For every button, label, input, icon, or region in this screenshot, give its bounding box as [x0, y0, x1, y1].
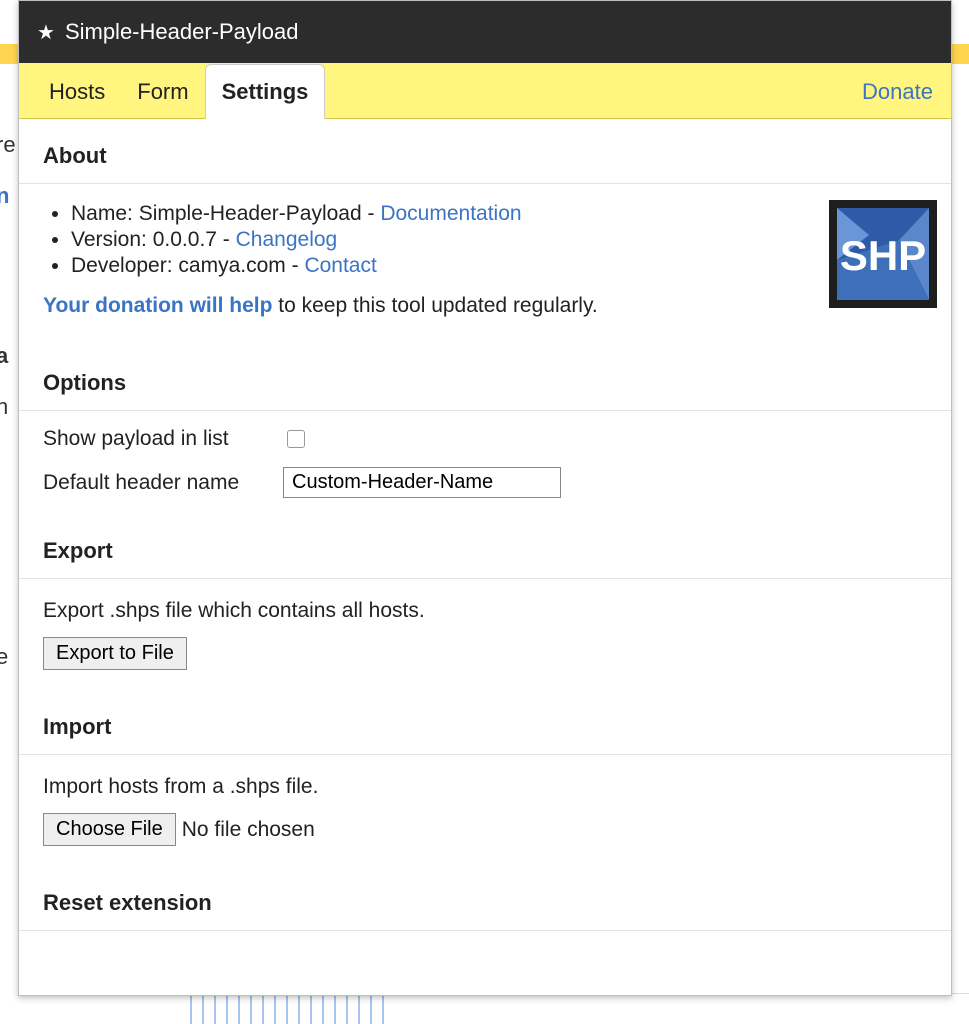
donate-link[interactable]: Donate: [858, 65, 937, 118]
tab-form[interactable]: Form: [121, 65, 204, 118]
about-version-label: Version:: [71, 228, 147, 251]
documentation-link[interactable]: Documentation: [380, 202, 521, 225]
tab-bar: Hosts Form Settings Donate: [19, 63, 951, 119]
import-desc: Import hosts from a .shps file.: [43, 775, 937, 799]
default-header-input[interactable]: [283, 467, 561, 498]
reset-heading: Reset extension: [43, 890, 937, 916]
shp-logo-text: SHP: [840, 232, 926, 279]
export-button[interactable]: Export to File: [43, 637, 187, 670]
extension-popup: ★ Simple-Header-Payload Hosts Form Setti…: [18, 0, 952, 996]
popup-title-bar: ★ Simple-Header-Payload: [19, 1, 951, 63]
donation-rest: to keep this tool updated regularly.: [272, 294, 597, 317]
default-header-label: Default header name: [43, 471, 253, 495]
choose-file-button[interactable]: Choose File: [43, 813, 176, 846]
show-payload-label: Show payload in list: [43, 427, 253, 451]
content-scroll-area[interactable]: About Name: Simple-Header-Payload - Docu…: [19, 119, 951, 995]
tab-hosts[interactable]: Hosts: [33, 65, 121, 118]
donation-link[interactable]: Your donation will help: [43, 294, 272, 317]
shp-logo: SHP: [829, 200, 937, 308]
tab-settings[interactable]: Settings: [205, 64, 326, 119]
donation-text: Your donation will help to keep this too…: [43, 294, 809, 318]
about-name-value: Simple-Header-Payload: [139, 202, 362, 225]
about-dev-label: Developer:: [71, 254, 173, 277]
about-heading: About: [43, 143, 937, 169]
contact-link[interactable]: Contact: [304, 254, 376, 277]
no-file-chosen-text: No file chosen: [182, 818, 315, 842]
about-list: Name: Simple-Header-Payload - Documentat…: [43, 202, 809, 278]
export-desc: Export .shps file which contains all hos…: [43, 599, 937, 623]
about-name-label: Name:: [71, 202, 133, 225]
about-dev-value: camya.com: [178, 254, 285, 277]
options-heading: Options: [43, 370, 937, 396]
import-heading: Import: [43, 714, 937, 740]
export-heading: Export: [43, 538, 937, 564]
about-version-value: 0.0.0.7: [153, 228, 217, 251]
popup-title: Simple-Header-Payload: [65, 19, 299, 45]
show-payload-checkbox[interactable]: [287, 430, 305, 448]
star-icon: ★: [37, 20, 55, 45]
changelog-link[interactable]: Changelog: [236, 228, 338, 251]
